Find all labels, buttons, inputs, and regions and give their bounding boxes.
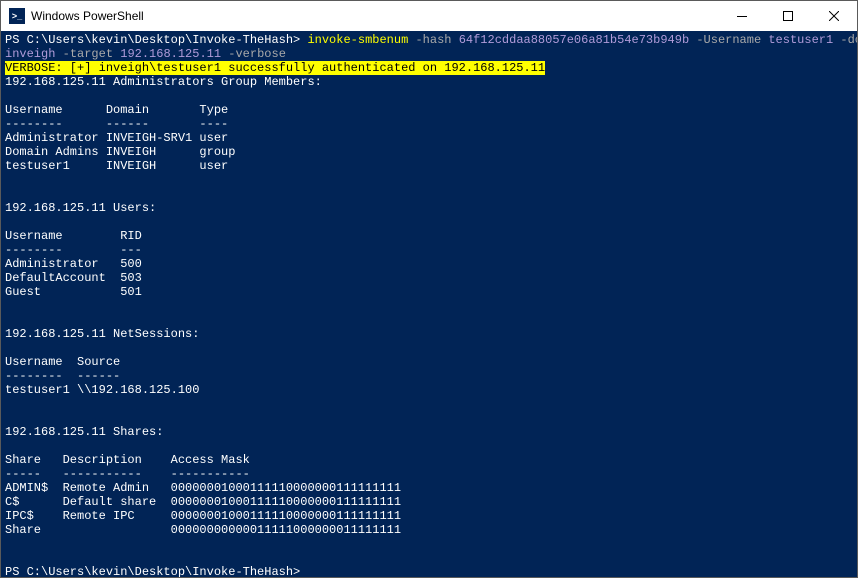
maximize-button[interactable] bbox=[765, 1, 811, 31]
netsessions-separator: -------- ------ bbox=[5, 369, 853, 383]
shares-columns: Share Description Access Mask bbox=[5, 453, 853, 467]
table-row: Guest 501 bbox=[5, 285, 853, 299]
table-row: DefaultAccount 503 bbox=[5, 271, 853, 285]
window-title: Windows PowerShell bbox=[31, 9, 719, 23]
command-line-1: PS C:\Users\kevin\Desktop\Invoke-TheHash… bbox=[5, 33, 853, 47]
table-row: ADMIN$ Remote Admin 00000001000111110000… bbox=[5, 481, 853, 495]
table-row: Administrator INVEIGH-SRV1 user bbox=[5, 131, 853, 145]
close-icon bbox=[829, 11, 839, 21]
shares-header: 192.168.125.11 Shares: bbox=[5, 425, 853, 439]
admins-header: 192.168.125.11 Administrators Group Memb… bbox=[5, 75, 853, 89]
table-row: testuser1 INVEIGH user bbox=[5, 159, 853, 173]
minimize-button[interactable] bbox=[719, 1, 765, 31]
table-row: Share 00000000000011111000000011111111 bbox=[5, 523, 853, 537]
maximize-icon bbox=[783, 11, 793, 21]
users-separator: -------- --- bbox=[5, 243, 853, 257]
users-header: 192.168.125.11 Users: bbox=[5, 201, 853, 215]
netsessions-columns: Username Source bbox=[5, 355, 853, 369]
users-columns: Username RID bbox=[5, 229, 853, 243]
titlebar[interactable]: >_ Windows PowerShell bbox=[1, 1, 857, 31]
table-row: Domain Admins INVEIGH group bbox=[5, 145, 853, 159]
table-row: C$ Default share 00000001000111110000000… bbox=[5, 495, 853, 509]
admins-columns: Username Domain Type bbox=[5, 103, 853, 117]
terminal-body[interactable]: PS C:\Users\kevin\Desktop\Invoke-TheHash… bbox=[1, 31, 857, 577]
netsessions-header: 192.168.125.11 NetSessions: bbox=[5, 327, 853, 341]
admins-separator: -------- ------ ---- bbox=[5, 117, 853, 131]
close-button[interactable] bbox=[811, 1, 857, 31]
table-row: testuser1 \\192.168.125.100 bbox=[5, 383, 853, 397]
prompt-line: PS C:\Users\kevin\Desktop\Invoke-TheHash… bbox=[5, 565, 853, 577]
table-row: IPC$ Remote IPC 000000010001111100000001… bbox=[5, 509, 853, 523]
powershell-window: >_ Windows PowerShell PS C:\Users\kevin\… bbox=[0, 0, 858, 578]
command-line-2: inveigh -target 192.168.125.11 -verbose bbox=[5, 47, 853, 61]
shares-separator: ----- ----------- ----------- bbox=[5, 467, 853, 481]
window-controls bbox=[719, 1, 857, 31]
powershell-icon: >_ bbox=[9, 8, 25, 24]
table-row: Administrator 500 bbox=[5, 257, 853, 271]
minimize-icon bbox=[737, 16, 747, 17]
verbose-auth-line: VERBOSE: [+] inveigh\testuser1 successfu… bbox=[5, 61, 853, 75]
